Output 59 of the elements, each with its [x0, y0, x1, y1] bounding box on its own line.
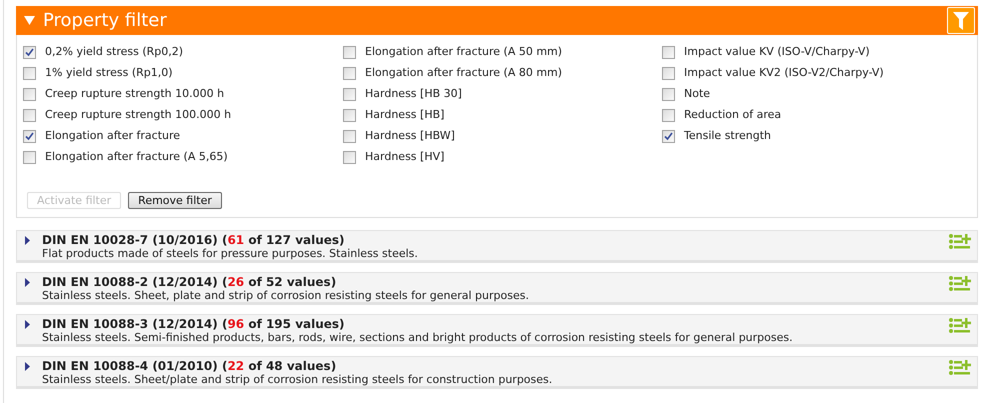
checkbox[interactable] [343, 130, 356, 143]
filter-icon [953, 12, 969, 30]
checkbox-label: 0,2% yield stress (Rp0,2) [45, 44, 184, 60]
filter-button[interactable] [947, 7, 975, 34]
checkbox[interactable] [662, 46, 675, 59]
checkbox-label: Hardness [HB] [365, 107, 444, 124]
checkbox-label: Impact value KV2 (ISO-V2/Charpy-V) [684, 65, 884, 82]
checkbox-label: Impact value KV (ISO-V/Charpy-V) [684, 44, 870, 60]
standard-row[interactable]: DIN EN 10088-2 (12/2014) (26 of 52 values) Stainless steels. Sheet, plate and strip of corrosion resisting steels for general purposes. [16, 272, 978, 305]
checkbox[interactable] [662, 88, 675, 101]
expand-caret-icon[interactable] [25, 362, 30, 371]
standard-row[interactable]: DIN EN 10088-3 (12/2014) (96 of 195 values) Stainless steels. Semi-finished products, bars, rods, wire, sections and bright products of corrosion resisting steels for general purposes. [16, 314, 978, 347]
checkbox-label: Tensile strength [684, 128, 772, 144]
checkbox-label: Hardness [HV] [365, 149, 444, 166]
checkbox[interactable] [23, 67, 36, 80]
checkbox-label: Elongation after fracture (A 50 mm) [365, 44, 562, 60]
standard-title: DIN EN 10088-2 (12/2014) (26 of 52 values) [42, 275, 338, 289]
checkbox[interactable] [343, 88, 356, 101]
add-to-list-icon[interactable] [949, 276, 971, 291]
standard-description: Stainless steels. Semi-finished products, bars, rods, wire, sections and bright products of corrosion resisting steels for general purposes. [42, 331, 793, 345]
standard-title: DIN EN 10028-7 (10/2016) (61 of 127 values) [42, 233, 346, 247]
checkbox[interactable] [662, 67, 675, 80]
standard-description: Stainless steels. Sheet, plate and strip of corrosion resisting steels for general purposes. [42, 289, 529, 303]
checkbox[interactable] [23, 130, 36, 143]
checkbox-label: Reduction of area [684, 107, 782, 124]
checkbox-label: Creep rupture strength 100.000 h [45, 107, 232, 124]
expand-caret-icon[interactable] [25, 320, 30, 329]
checkbox-label: Creep rupture strength 10.000 h [45, 86, 224, 102]
checkbox[interactable] [23, 109, 36, 122]
checkbox[interactable] [23, 46, 36, 59]
checkbox[interactable] [23, 88, 36, 101]
checkbox-label: 1% yield stress (Rp1,0) [45, 65, 173, 82]
standard-row[interactable]: DIN EN 10088-4 (01/2010) (22 of 48 values) Stainless steels. Sheet/plate and strip of corrosion resisting steels for construction purposes. [16, 356, 978, 389]
standard-title: DIN EN 10088-3 (12/2014) (96 of 195 values) [42, 317, 346, 331]
filter-action-button[interactable]: Remove filter [128, 192, 222, 209]
add-to-list-icon[interactable] [949, 234, 971, 249]
checkbox[interactable] [343, 151, 356, 164]
standard-description: Stainless steels. Sheet/plate and strip of corrosion resisting steels for construction purposes. [42, 373, 552, 387]
standard-title: DIN EN 10088-4 (01/2010) (22 of 48 values) [42, 359, 338, 373]
checkbox[interactable] [662, 109, 675, 122]
collapse-caret-icon[interactable] [24, 15, 35, 26]
checkbox-label: Hardness [HBW] [365, 128, 455, 144]
checkbox[interactable] [343, 46, 356, 59]
checkbox-label: Hardness [HB 30] [365, 86, 462, 102]
checkbox[interactable] [343, 109, 356, 122]
filter-title: Property filter [43, 9, 167, 33]
standard-row[interactable]: DIN EN 10028-7 (10/2016) (61 of 127 values) Flat products made of steels for pressure purposes. Stainless steels. [16, 230, 978, 263]
checkbox-label: Elongation after fracture (A 5,65) [45, 149, 228, 166]
checkbox-label: Elongation after fracture [45, 128, 180, 144]
expand-caret-icon[interactable] [25, 278, 30, 287]
add-to-list-icon[interactable] [949, 360, 971, 375]
standard-description: Flat products made of steels for pressure purposes. Stainless steels. [42, 247, 418, 261]
checkbox-label: Note [684, 86, 710, 102]
checkbox[interactable] [23, 151, 36, 164]
checkbox[interactable] [343, 67, 356, 80]
add-to-list-icon[interactable] [949, 318, 971, 333]
checkbox[interactable] [662, 130, 675, 143]
expand-caret-icon[interactable] [25, 236, 30, 245]
checkbox-label: Elongation after fracture (A 80 mm) [365, 65, 562, 82]
